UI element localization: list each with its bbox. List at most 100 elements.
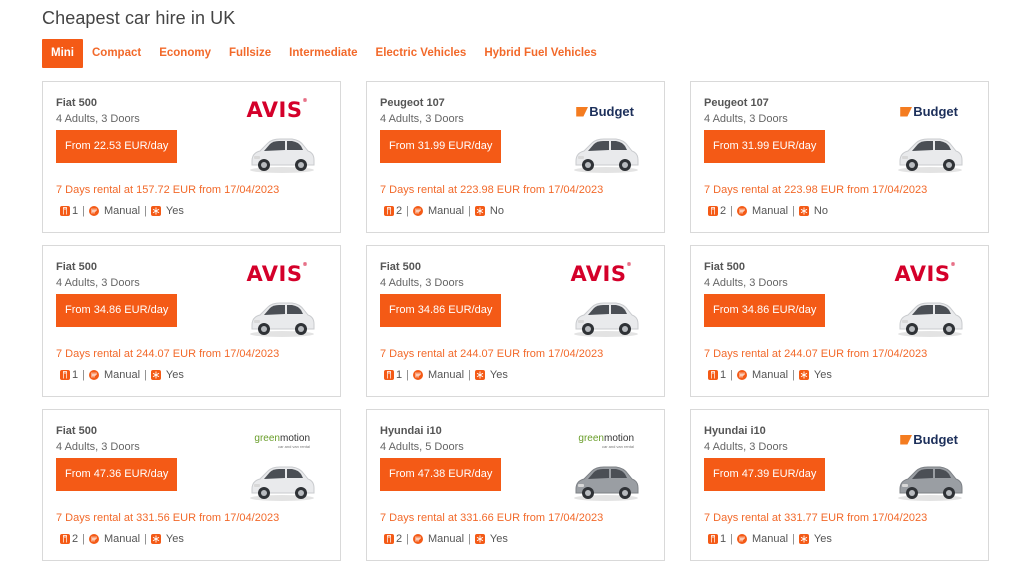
car-capacity: 4 Adults, 3 Doors [380, 113, 464, 125]
car-card[interactable]: Peugeot 107 4 Adults, 3 Doors From 31.99 E… [690, 81, 989, 233]
car-capacity: 4 Adults, 3 Doors [704, 441, 788, 453]
feature-separator: | [82, 205, 85, 217]
gearbox-icon [412, 534, 423, 544]
rental-summary: 7 Days rental at 157.72 EUR from 17/04/2… [56, 184, 280, 196]
tab-electric-vehicles[interactable]: Electric Vehicles [367, 39, 476, 68]
car-image [248, 462, 316, 507]
air-conditioning-icon [798, 534, 809, 544]
car-card[interactable]: Hyundai i10 4 Adults, 3 Doors From 47.39 E… [690, 409, 989, 561]
car-features: 2 | Manual | Yes [60, 533, 184, 545]
air-conditioning-icon [150, 370, 161, 380]
feature-separator: | [406, 533, 409, 545]
air-conditioning-icon [474, 370, 485, 380]
feature-separator: | [468, 205, 471, 217]
transmission-value: Manual [751, 205, 789, 217]
rental-summary: 7 Days rental at 244.07 EUR from 17/04/2… [704, 348, 928, 360]
car-card[interactable]: Fiat 500 4 Adults, 3 Doors From 34.86 EUR/… [690, 245, 989, 397]
car-card[interactable]: Hyundai i10 4 Adults, 5 Doors From 47.38 E… [366, 409, 665, 561]
luggage-count: 2 [396, 205, 403, 217]
gearbox-icon [88, 370, 99, 380]
car-card[interactable]: Fiat 500 4 Adults, 3 Doors From 47.36 EUR/… [42, 409, 341, 561]
feature-separator: | [82, 369, 85, 381]
car-card[interactable]: Fiat 500 4 Adults, 3 Doors From 34.86 EUR/… [42, 245, 341, 397]
page-title: Cheapest car hire in UK [42, 8, 236, 28]
luggage-count: 1 [396, 369, 403, 381]
car-capacity: 4 Adults, 5 Doors [380, 441, 464, 453]
price-button[interactable]: From 31.99 EUR/day [380, 130, 502, 163]
luggage-count: 2 [720, 205, 727, 217]
budget-mark-icon [900, 106, 913, 117]
air-conditioning-icon [474, 206, 485, 216]
car-model-name: Fiat 500 [56, 425, 97, 437]
feature-separator: | [144, 205, 147, 217]
tab-mini[interactable]: Mini [42, 39, 83, 68]
air-conditioning-value: Yes [489, 533, 508, 545]
price-button[interactable]: From 47.38 EUR/day [380, 458, 502, 491]
car-card[interactable]: Fiat 500 4 Adults, 3 Doors From 34.86 EUR/… [366, 245, 665, 397]
car-capacity: 4 Adults, 3 Doors [380, 277, 464, 289]
car-features: 2 | Manual | Yes [384, 533, 508, 545]
car-capacity: 4 Adults, 3 Doors [704, 277, 788, 289]
tab-compact[interactable]: Compact [83, 39, 150, 68]
air-conditioning-value: Yes [165, 205, 184, 217]
rental-summary: 7 Days rental at 244.07 EUR from 17/04/2… [380, 348, 604, 360]
price-button[interactable]: From 47.39 EUR/day [704, 458, 826, 491]
rental-summary: 7 Days rental at 223.98 EUR from 17/04/2… [380, 184, 604, 196]
car-card[interactable]: Fiat 500 4 Adults, 3 Doors From 22.53 EUR/… [42, 81, 341, 233]
car-capacity: 4 Adults, 3 Doors [56, 113, 140, 125]
price-button[interactable]: From 31.99 EUR/day [704, 130, 826, 163]
air-conditioning-icon [150, 206, 161, 216]
air-conditioning-value: Yes [165, 369, 184, 381]
transmission-value: Manual [103, 369, 141, 381]
price-button[interactable]: From 34.86 EUR/day [704, 294, 826, 327]
supplier-logo-greenmotion: greenmotion car and van rental [254, 433, 310, 449]
air-conditioning-icon [798, 370, 809, 380]
luggage-icon [708, 370, 718, 380]
car-image [248, 134, 316, 179]
price-button[interactable]: From 34.86 EUR/day [380, 294, 502, 327]
supplier-logo-avis: AVIS® [894, 262, 956, 286]
luggage-count: 1 [720, 533, 727, 545]
car-features: 2 | Manual | No [708, 205, 828, 217]
car-image [896, 462, 964, 507]
air-conditioning-value: No [489, 205, 504, 217]
luggage-count: 2 [72, 533, 79, 545]
car-capacity: 4 Adults, 3 Doors [56, 441, 140, 453]
feature-separator: | [730, 533, 733, 545]
air-conditioning-value: Yes [489, 369, 508, 381]
tab-fullsize[interactable]: Fullsize [220, 39, 280, 68]
car-capacity: 4 Adults, 3 Doors [56, 277, 140, 289]
gearbox-icon [412, 370, 423, 380]
budget-mark-icon [576, 106, 589, 117]
feature-separator: | [406, 205, 409, 217]
tab-hybrid-fuel-vehicles[interactable]: Hybrid Fuel Vehicles [475, 39, 605, 68]
transmission-value: Manual [751, 369, 789, 381]
supplier-logo-avis: AVIS® [246, 262, 308, 286]
air-conditioning-value: Yes [813, 369, 832, 381]
luggage-icon [708, 534, 718, 544]
luggage-count: 2 [396, 533, 403, 545]
car-model-name: Hyundai i10 [380, 425, 442, 437]
car-model-name: Fiat 500 [704, 261, 745, 273]
car-card[interactable]: Peugeot 107 4 Adults, 3 Doors From 31.99 E… [366, 81, 665, 233]
price-button[interactable]: From 22.53 EUR/day [56, 130, 178, 163]
feature-separator: | [144, 369, 147, 381]
car-image [896, 298, 964, 343]
car-features: 1 | Manual | Yes [60, 205, 184, 217]
car-features: 1 | Manual | Yes [384, 369, 508, 381]
luggage-count: 1 [72, 205, 79, 217]
supplier-logo-avis: AVIS® [570, 262, 632, 286]
price-button[interactable]: From 47.36 EUR/day [56, 458, 178, 491]
car-image [896, 134, 964, 179]
car-model-name: Peugeot 107 [704, 97, 769, 109]
transmission-value: Manual [751, 533, 789, 545]
tab-intermediate[interactable]: Intermediate [280, 39, 366, 68]
car-features: 1 | Manual | Yes [708, 369, 832, 381]
luggage-icon [60, 206, 70, 216]
tab-economy[interactable]: Economy [150, 39, 220, 68]
price-button[interactable]: From 34.86 EUR/day [56, 294, 178, 327]
air-conditioning-value: Yes [813, 533, 832, 545]
car-features: 2 | Manual | No [384, 205, 504, 217]
gearbox-icon [736, 370, 747, 380]
air-conditioning-icon [150, 534, 161, 544]
